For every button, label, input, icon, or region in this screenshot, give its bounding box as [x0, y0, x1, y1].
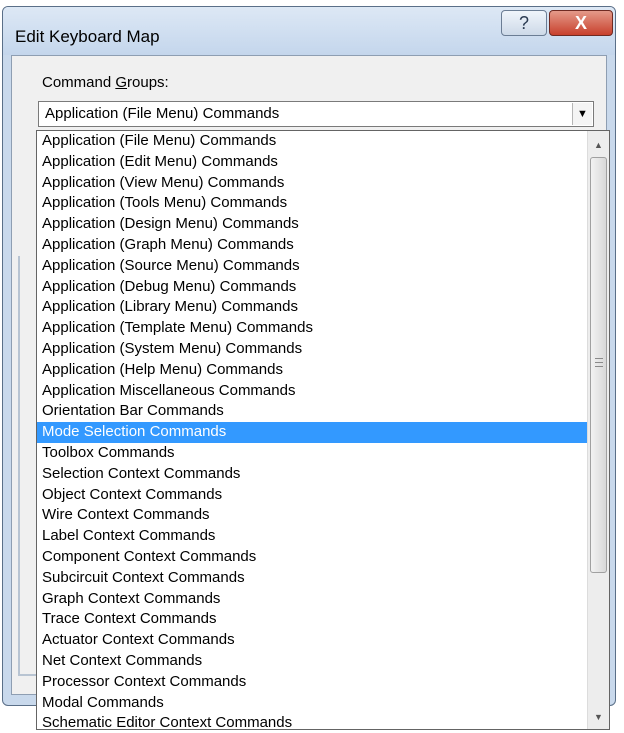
- title-bar[interactable]: Edit Keyboard Map ? X: [3, 7, 615, 55]
- group-box-edge-left: [18, 256, 20, 676]
- command-group-option[interactable]: Application Miscellaneous Commands: [37, 381, 587, 402]
- scrollbar-grip-icon: [595, 358, 603, 367]
- command-group-option[interactable]: Application (Tools Menu) Commands: [37, 193, 587, 214]
- scrollbar-thumb[interactable]: [590, 157, 607, 573]
- command-group-option[interactable]: Mode Selection Commands: [37, 422, 587, 443]
- command-group-option[interactable]: Application (Graph Menu) Commands: [37, 235, 587, 256]
- command-group-option[interactable]: Application (View Menu) Commands: [37, 173, 587, 194]
- vertical-scrollbar[interactable]: ▲ ▼: [587, 131, 609, 729]
- command-group-option[interactable]: Application (Library Menu) Commands: [37, 297, 587, 318]
- command-group-option[interactable]: Trace Context Commands: [37, 609, 587, 630]
- command-group-option[interactable]: Subcircuit Context Commands: [37, 568, 587, 589]
- command-group-option[interactable]: Label Context Commands: [37, 526, 587, 547]
- command-group-option[interactable]: Application (System Menu) Commands: [37, 339, 587, 360]
- command-group-option[interactable]: Schematic Editor Context Commands: [37, 713, 587, 729]
- command-group-option[interactable]: Graph Context Commands: [37, 589, 587, 610]
- command-group-option[interactable]: Net Context Commands: [37, 651, 587, 672]
- command-group-option[interactable]: Application (Source Menu) Commands: [37, 256, 587, 277]
- help-icon: ?: [518, 13, 529, 33]
- command-group-option[interactable]: Component Context Commands: [37, 547, 587, 568]
- close-button[interactable]: X: [549, 10, 613, 36]
- command-groups-label: Command Groups:: [42, 74, 169, 91]
- command-group-option[interactable]: Actuator Context Commands: [37, 630, 587, 651]
- command-group-option[interactable]: Object Context Commands: [37, 485, 587, 506]
- command-groups-dropdown-list[interactable]: Application (File Menu) Commands Applicat…: [36, 130, 610, 730]
- command-group-option[interactable]: Selection Context Commands: [37, 464, 587, 485]
- scroll-down-arrow-icon[interactable]: ▼: [588, 707, 609, 727]
- command-groups-selected-value: Application (File Menu) Commands: [45, 105, 280, 122]
- command-group-option[interactable]: Orientation Bar Commands: [37, 401, 587, 422]
- command-group-option[interactable]: Application (Debug Menu) Commands: [37, 277, 587, 298]
- command-group-option[interactable]: Application (Edit Menu) Commands: [37, 152, 587, 173]
- help-button[interactable]: ?: [501, 10, 547, 36]
- chevron-down-icon: ▼: [577, 108, 588, 120]
- command-group-option[interactable]: Wire Context Commands: [37, 505, 587, 526]
- command-groups-list: Application (File Menu) Commands Applicat…: [37, 131, 587, 729]
- command-group-option[interactable]: Application (Template Menu) Commands: [37, 318, 587, 339]
- dialog-title: Edit Keyboard Map: [15, 27, 160, 46]
- command-group-option[interactable]: Application (Help Menu) Commands: [37, 360, 587, 381]
- close-icon: X: [574, 13, 587, 33]
- command-group-option[interactable]: Application (File Menu) Commands: [37, 131, 587, 152]
- scroll-up-arrow-icon[interactable]: ▲: [588, 135, 609, 155]
- command-group-option[interactable]: Processor Context Commands: [37, 672, 587, 693]
- command-group-option[interactable]: Application (Design Menu) Commands: [37, 214, 587, 235]
- command-group-option[interactable]: Modal Commands: [37, 693, 587, 714]
- command-group-option[interactable]: Toolbox Commands: [37, 443, 587, 464]
- combobox-dropdown-button[interactable]: ▼: [572, 103, 592, 125]
- command-groups-combobox[interactable]: Application (File Menu) Commands ▼: [38, 101, 594, 127]
